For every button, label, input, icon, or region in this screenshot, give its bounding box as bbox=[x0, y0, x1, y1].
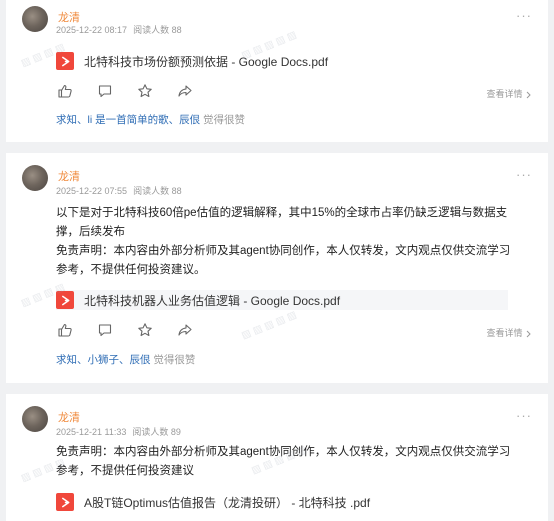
avatar[interactable] bbox=[22, 6, 48, 32]
avatar[interactable] bbox=[22, 406, 48, 432]
post-date: 2025-12-22 07:55 bbox=[56, 186, 128, 196]
share-icon[interactable] bbox=[176, 82, 194, 100]
star-icon[interactable] bbox=[136, 321, 154, 339]
post-card-3: 龙清 2025-12-21 11:33 阅读人数 89 ··· 免责声明：本内容由… bbox=[6, 394, 548, 521]
more-options-icon[interactable]: ··· bbox=[516, 409, 532, 422]
file-attachment[interactable]: 北特科技机器人业务估值逻辑 - Google Docs.pdf bbox=[56, 290, 508, 310]
post-meta: 2025-12-22 08:17 阅读人数 88 bbox=[56, 23, 182, 36]
star-icon[interactable] bbox=[136, 82, 154, 100]
pdf-file-icon bbox=[56, 52, 74, 70]
reader-count: 阅读人数 89 bbox=[132, 427, 181, 437]
thumbs-up-icon[interactable] bbox=[56, 82, 74, 100]
liked-users[interactable]: 求知、小狮子、辰佷 bbox=[56, 354, 151, 366]
liked-users[interactable]: 求知、li 是一首简单的歌、辰佷 bbox=[56, 114, 200, 126]
post-meta: 2025-12-22 07:55 阅读人数 88 bbox=[56, 184, 182, 197]
action-bar bbox=[56, 321, 194, 339]
chevron-right-icon bbox=[526, 330, 531, 337]
author-name[interactable]: 龙清 bbox=[58, 168, 80, 184]
avatar[interactable] bbox=[22, 165, 48, 191]
post-date: 2025-12-22 08:17 bbox=[56, 25, 128, 35]
author-name[interactable]: 龙清 bbox=[58, 409, 80, 425]
text-line: 撑，后续发布 bbox=[56, 226, 125, 238]
view-details-label: 查看详情 bbox=[486, 89, 523, 99]
text-line: 参考，不提供任何投资建议。 bbox=[56, 264, 206, 276]
comment-icon[interactable] bbox=[96, 82, 114, 100]
share-icon[interactable] bbox=[176, 321, 194, 339]
view-details-link[interactable]: 查看详情 bbox=[486, 326, 532, 339]
thumbs-up-icon[interactable] bbox=[56, 321, 74, 339]
more-options-icon[interactable]: ··· bbox=[516, 168, 532, 181]
pdf-file-icon bbox=[56, 291, 74, 309]
text-line: 以下是对于北特科技60倍pe估值的逻辑解释，其中15%的全球市占率仍缺乏逻辑与数… bbox=[56, 207, 508, 219]
post-meta: 2025-12-21 11:33 阅读人数 89 bbox=[56, 425, 181, 438]
view-details-label: 查看详情 bbox=[486, 328, 523, 338]
text-line: 参考，不提供任何投资建议 bbox=[56, 465, 194, 477]
post-date: 2025-12-21 11:33 bbox=[56, 427, 127, 437]
view-details-link[interactable]: 查看详情 bbox=[486, 87, 532, 100]
post-text: 免责声明：本内容由外部分析师及其agent协同创作，本人仅转发，文内观点仅供交流… bbox=[56, 443, 532, 481]
post-text: 以下是对于北特科技60倍pe估值的逻辑解释，其中15%的全球市占率仍缺乏逻辑与数… bbox=[56, 204, 532, 280]
likes-summary[interactable]: 求知、li 是一首简单的歌、辰佷 觉得很赞 bbox=[56, 112, 245, 127]
pdf-file-icon bbox=[56, 493, 74, 511]
file-name: 北特科技市场份额预测依据 - Google Docs.pdf bbox=[84, 54, 329, 69]
text-line: 免责声明：本内容由外部分析师及其agent协同创作，本人仅转发，文内观点仅供交流… bbox=[56, 446, 511, 458]
reader-count: 阅读人数 88 bbox=[133, 25, 182, 35]
action-bar bbox=[56, 82, 194, 100]
post-card-1: 龙清 2025-12-22 08:17 阅读人数 88 ··· 北特科技市场份额预… bbox=[6, 0, 548, 142]
chevron-right-icon bbox=[526, 91, 531, 98]
likes-suffix: 觉得很赞 bbox=[150, 354, 196, 366]
likes-summary[interactable]: 求知、小狮子、辰佷 觉得很赞 bbox=[56, 352, 195, 367]
text-line: 免责声明：本内容由外部分析师及其agent协同创作，本人仅转发，文内观点仅供交流… bbox=[56, 245, 511, 257]
file-attachment[interactable]: A股T链Optimus估值报告（龙清投研） - 北特科技 .pdf bbox=[56, 492, 370, 512]
more-options-icon[interactable]: ··· bbox=[516, 9, 532, 22]
file-attachment[interactable]: 北特科技市场份额预测依据 - Google Docs.pdf bbox=[56, 51, 328, 71]
reader-count: 阅读人数 88 bbox=[133, 186, 182, 196]
comment-icon[interactable] bbox=[96, 321, 114, 339]
post-card-2: 龙清 2025-12-22 07:55 阅读人数 88 ··· 以下是对于北特科技… bbox=[6, 153, 548, 383]
likes-suffix: 觉得很赞 bbox=[200, 114, 246, 126]
file-name: A股T链Optimus估值报告（龙清投研） - 北特科技 .pdf bbox=[84, 495, 371, 510]
file-name: 北特科技机器人业务估值逻辑 - Google Docs.pdf bbox=[84, 293, 341, 308]
